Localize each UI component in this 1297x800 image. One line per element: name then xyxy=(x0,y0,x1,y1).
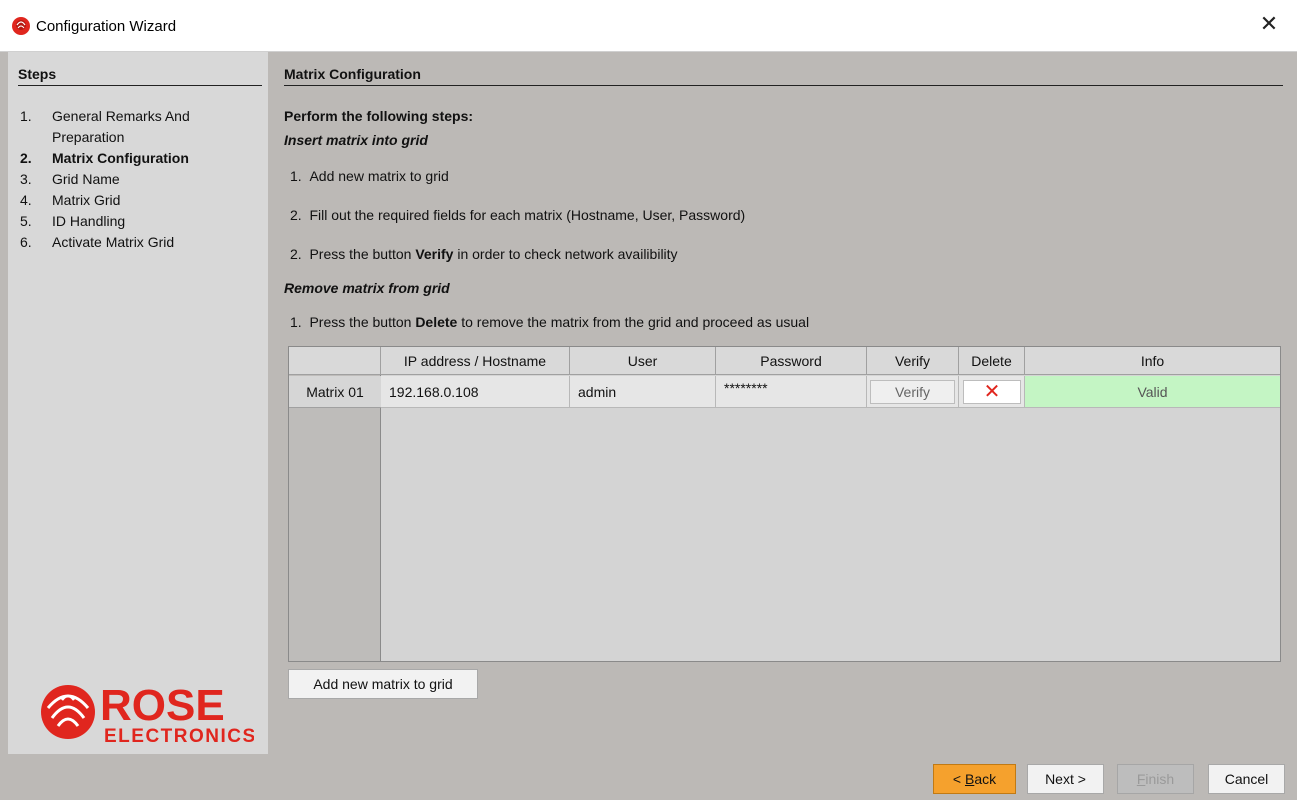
corner-header xyxy=(289,347,381,375)
cancel-button[interactable]: Cancel xyxy=(1208,764,1285,794)
user-cell[interactable]: admin xyxy=(570,376,716,408)
delete-keyword: Delete xyxy=(415,314,458,330)
instruction-item: 1. Add new matrix to grid xyxy=(290,168,449,184)
intro-text: Perform the following steps: xyxy=(284,108,474,124)
step-label: Grid Name xyxy=(52,171,120,187)
instruction-item: 1. Press the button Delete to remove the… xyxy=(290,314,810,330)
insert-heading: Insert matrix into grid xyxy=(284,132,428,148)
step-number: 2. xyxy=(20,150,32,166)
instruction-item: 2. Fill out the required fields for each… xyxy=(290,207,746,223)
delete-icon[interactable]: ✕ xyxy=(963,380,1021,404)
verify-button[interactable]: Verify xyxy=(870,380,955,404)
steps-panel: Steps 1. General Remarks And Preparation… xyxy=(8,52,268,754)
row-header-matrix-01: Matrix 01 xyxy=(289,376,381,408)
host-cell[interactable]: 192.168.0.108 xyxy=(381,376,570,408)
rose-flower-icon xyxy=(41,685,95,739)
step-item-grid-name: 3. Grid Name xyxy=(18,169,262,190)
step-label: Matrix Grid xyxy=(52,192,121,208)
step-label: Matrix Configuration xyxy=(52,150,189,166)
title-bar: Configuration Wizard ✕ xyxy=(0,0,1297,52)
step-label: Activate Matrix Grid xyxy=(52,234,175,250)
next-button[interactable]: Next > xyxy=(1027,764,1104,794)
logo-word-electronics: ELECTRONICS xyxy=(104,726,254,747)
back-button[interactable]: < Back xyxy=(933,764,1016,794)
section-title: Matrix Configuration xyxy=(284,66,1283,86)
column-header-password[interactable]: Password xyxy=(716,347,867,375)
step-number: 1. xyxy=(20,108,32,124)
instruction-item: 2. Press the button Verify in order to c… xyxy=(290,246,678,262)
steps-list: 1. General Remarks And Preparation 2. Ma… xyxy=(18,106,262,253)
column-header-user[interactable]: User xyxy=(570,347,716,375)
step-number: 3. xyxy=(20,171,32,187)
column-header-info[interactable]: Info xyxy=(1025,347,1280,375)
remove-heading: Remove matrix from grid xyxy=(284,280,450,296)
rose-icon xyxy=(12,17,30,35)
step-label: ID Handling xyxy=(52,213,126,229)
finish-button[interactable]: Finish xyxy=(1117,764,1194,794)
step-item-general-remarks: 1. General Remarks And Preparation xyxy=(18,106,262,148)
logo-word-rose: ROSE xyxy=(100,681,225,730)
step-item-activate-matrix-grid: 6. Activate Matrix Grid xyxy=(18,232,262,253)
step-number: 6. xyxy=(20,234,32,250)
column-header-delete[interactable]: Delete xyxy=(959,347,1025,375)
rose-electronics-logo: ROSE ELECTRONICS xyxy=(41,681,254,747)
step-number: 4. xyxy=(20,192,32,208)
steps-header: Steps xyxy=(18,66,262,86)
add-matrix-button[interactable]: Add new matrix to grid xyxy=(288,669,478,699)
password-cell[interactable]: ******** xyxy=(716,376,867,408)
step-number: 5. xyxy=(20,213,32,229)
window-title: Configuration Wizard xyxy=(36,18,177,35)
close-icon[interactable]: ✕ xyxy=(1255,10,1283,38)
step-label: General Remarks And Preparation xyxy=(52,108,190,145)
verify-keyword: Verify xyxy=(415,246,454,262)
info-status-cell: Valid xyxy=(1025,376,1280,408)
step-item-id-handling: 5. ID Handling xyxy=(18,211,262,232)
step-item-matrix-configuration: 2. Matrix Configuration xyxy=(18,148,262,169)
column-header-verify[interactable]: Verify xyxy=(867,347,959,375)
step-item-matrix-grid: 4. Matrix Grid xyxy=(18,190,262,211)
matrix-table: IP address / Hostname User Password Veri… xyxy=(288,346,1281,662)
column-header-host[interactable]: IP address / Hostname xyxy=(381,347,570,375)
